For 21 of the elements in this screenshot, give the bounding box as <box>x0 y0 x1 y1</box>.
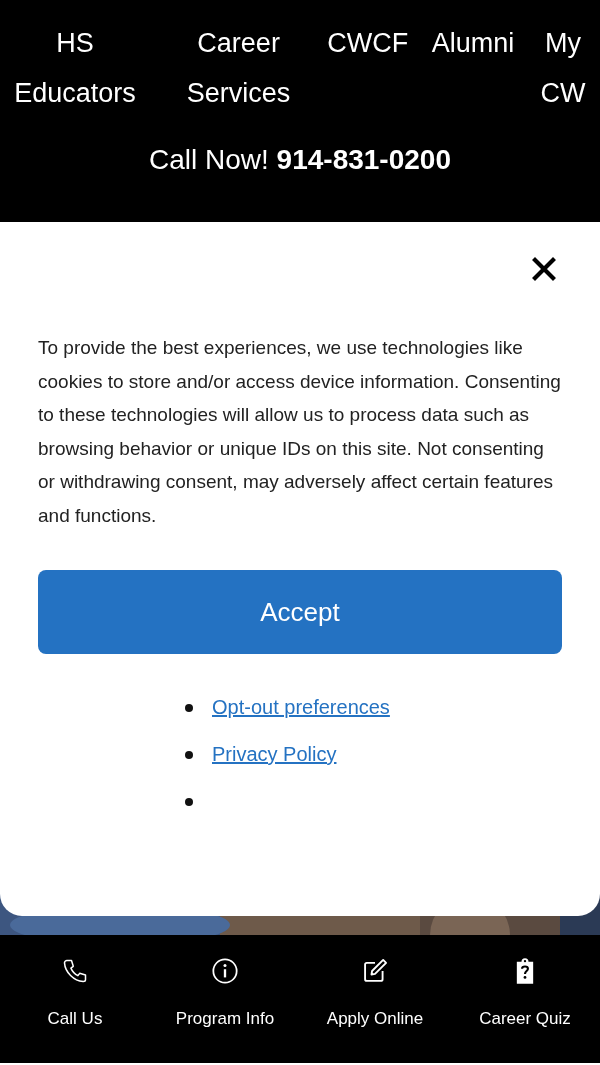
bullet-icon <box>185 750 193 759</box>
accept-button[interactable]: Accept <box>38 570 562 654</box>
action-link[interactable]: Career Quiz <box>450 935 600 1063</box>
bullet-icon <box>185 797 193 806</box>
call-now-text: Call Now! 914-831-0200 <box>148 144 452 176</box>
consent-message: To provide the best experiences, we use technologies like cookies to store and/or access device information. Consenting to these technologies will allow us to process data such as browsing behavior or unique IDs on this site. Not consenting or withdrawing consent, may adversely affect certain features and functions. <box>38 336 562 528</box>
nav-link[interactable]: Career Services <box>173 18 304 118</box>
action-link[interactable]: Program Info <box>150 935 300 1063</box>
info-icon <box>211 957 239 985</box>
nav-link[interactable]: CWCF <box>327 18 409 118</box>
nav-link[interactable]: HS Educators <box>0 18 150 118</box>
policy-link[interactable]: Opt-out preferences <box>212 696 390 719</box>
nav-link[interactable]: My CW <box>537 18 588 118</box>
phone-icon <box>61 957 89 985</box>
close-icon[interactable] <box>532 257 556 281</box>
nav-link[interactable]: Alumni <box>431 18 515 118</box>
edit-icon <box>361 957 389 985</box>
policy-link[interactable]: Privacy Policy <box>212 743 337 766</box>
action-link[interactable]: Apply Online <box>300 935 450 1063</box>
action-link[interactable]: Call Us <box>0 935 150 1063</box>
bullet-icon <box>185 703 193 712</box>
